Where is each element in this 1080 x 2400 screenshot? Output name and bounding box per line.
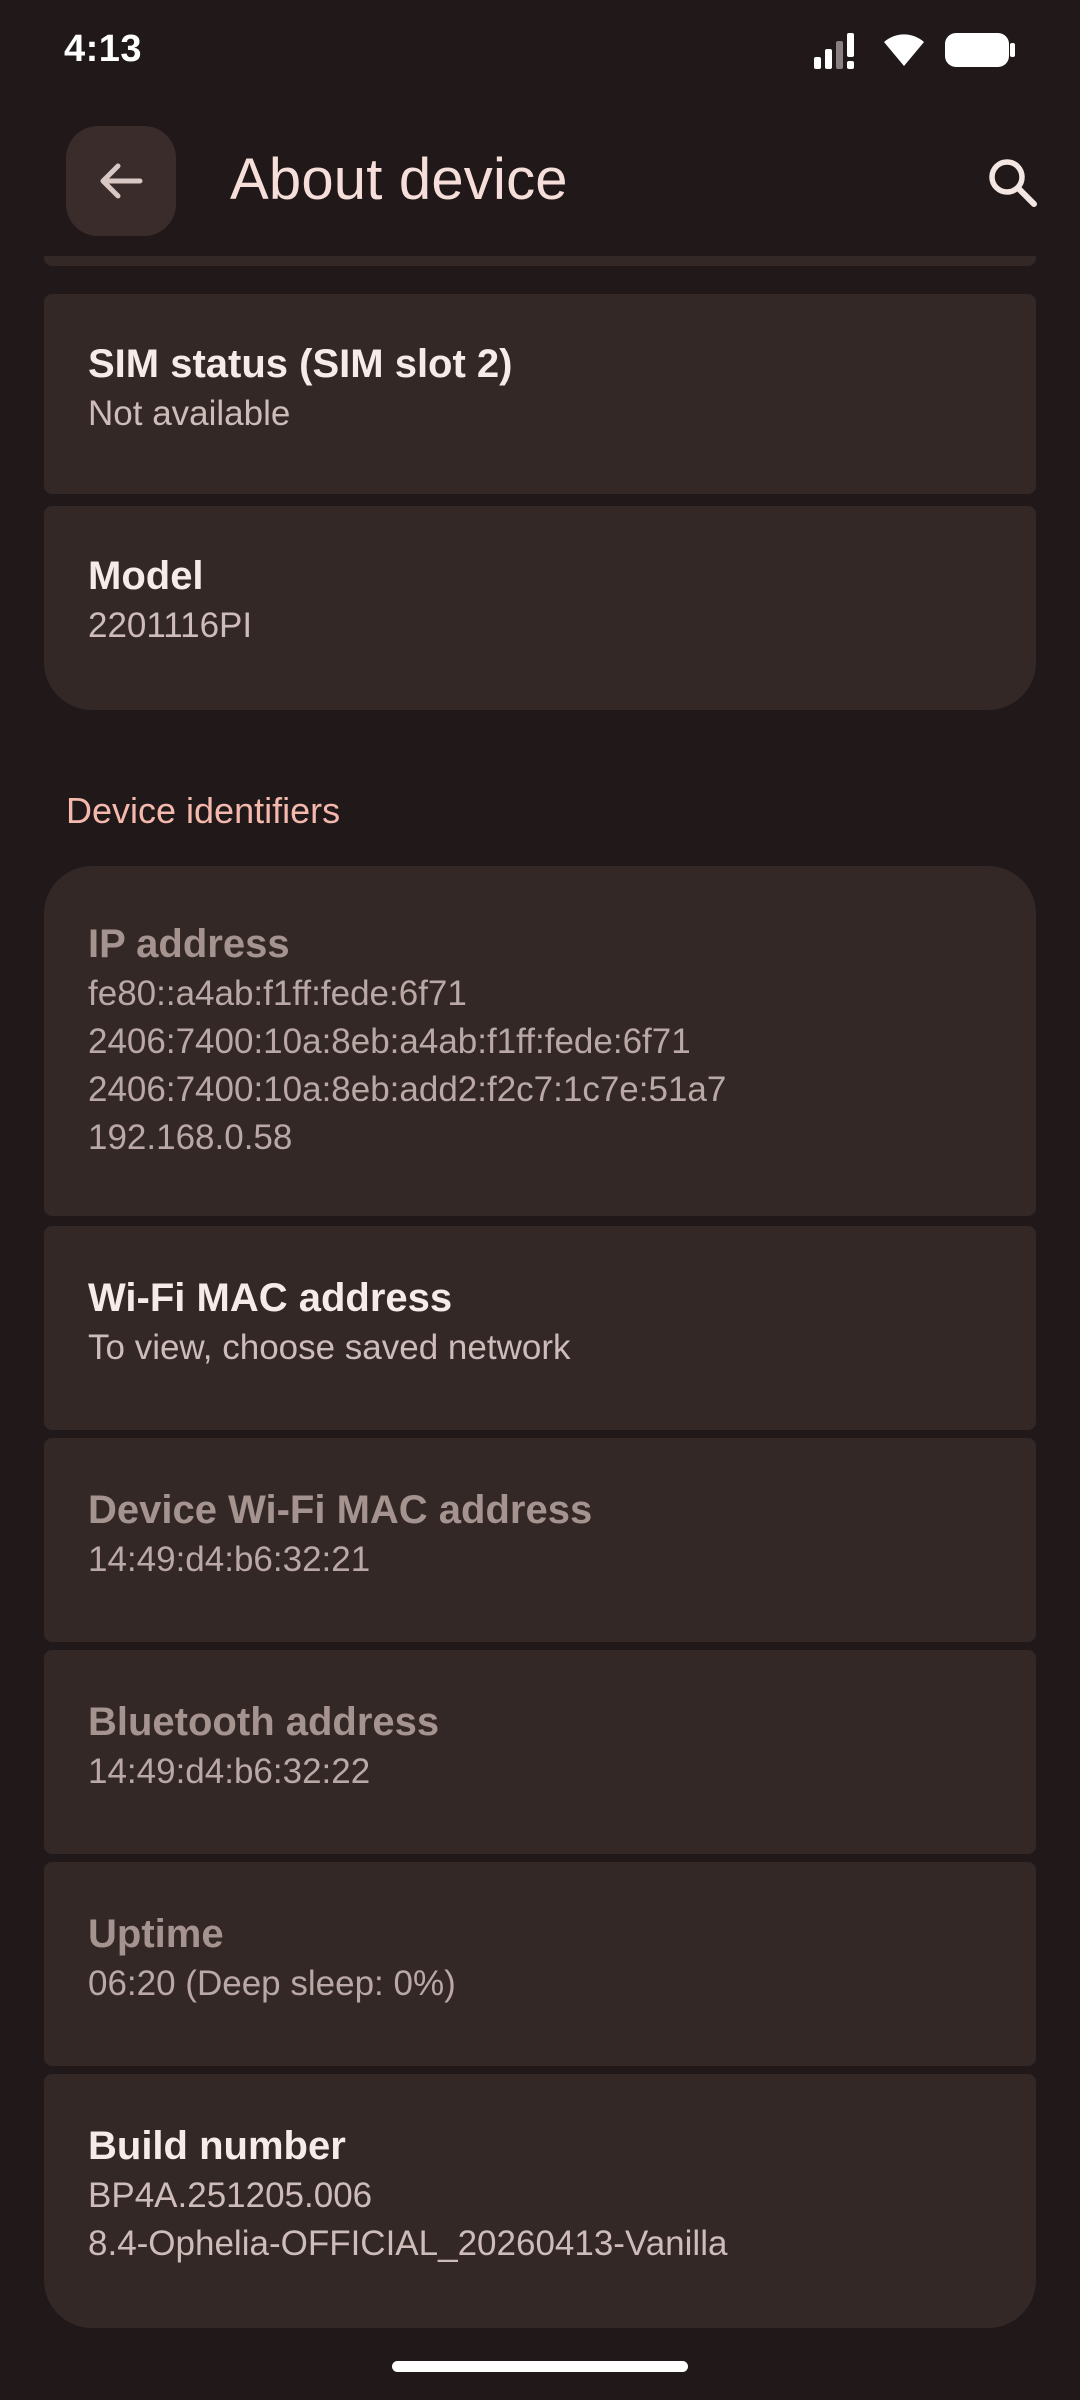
list-item-subtitle: 06:20 (Deep sleep: 0%) [88,1964,456,2003]
back-arrow-icon [100,163,143,199]
list-item-device-wifi-mac[interactable]: Device Wi-Fi MAC address 14:49:d4:b6:32:… [44,1438,1036,1642]
battery-icon [944,31,1016,74]
list-item-title: Wi-Fi MAC address [88,1276,453,1320]
list-item-subtitle: Not available [88,394,291,433]
settings-list[interactable]: SIM status (SIM slot 2) Not available Mo… [0,256,1080,2356]
list-item-build-number[interactable]: Build number BP4A.251205.006 8.4-Ophelia… [44,2074,1036,2328]
ip-address-line: 2406:7400:10a:8eb:add2:f2c7:1c7e:51a7 [88,1070,727,1109]
section-header-device-identifiers: Device identifiers [66,790,341,831]
ip-address-line: fe80::a4ab:f1ff:fede:6f71 [88,974,467,1013]
list-item-wifi-mac[interactable]: Wi-Fi MAC address To view, choose saved … [44,1226,1036,1430]
list-item-title: Model [88,554,204,598]
list-item-uptime[interactable]: Uptime 06:20 (Deep sleep: 0%) [44,1862,1036,2066]
build-number-line: 8.4-Ophelia-OFFICIAL_20260413-Vanilla [88,2224,728,2263]
list-item-title: Uptime [88,1912,224,1956]
search-button[interactable] [972,142,1052,222]
list-item-title: SIM status (SIM slot 2) [88,342,513,386]
search-icon [989,159,1037,207]
list-item-sim-status[interactable]: SIM status (SIM slot 2) Not available [44,294,1036,494]
list-item-model[interactable]: Model 2201116PI [44,506,1036,710]
list-item-subtitle: 14:49:d4:b6:32:21 [88,1540,371,1579]
top-app-bar: About device [0,120,1080,240]
build-number-line: BP4A.251205.006 [88,2176,373,2215]
list-item-title: Build number [88,2124,346,2168]
signal-icon [814,31,864,74]
list-item-title: Bluetooth address [88,1700,440,1744]
list-item-title: IP address [88,922,290,966]
status-bar: 4:13 [0,0,1080,100]
back-button[interactable] [66,126,176,236]
list-item-title: Device Wi-Fi MAC address [88,1488,593,1532]
navigation-handle[interactable] [392,2361,688,2372]
page-title: About device [230,147,568,212]
list-item-bluetooth-address[interactable]: Bluetooth address 14:49:d4:b6:32:22 [44,1650,1036,1854]
ip-address-line: 2406:7400:10a:8eb:a4ab:f1ff:fede:6f71 [88,1022,691,1061]
list-item-ip-address[interactable]: IP address fe80::a4ab:f1ff:fede:6f71 240… [44,866,1036,1216]
status-icons [814,30,1016,74]
ip-address-line: 192.168.0.58 [88,1118,293,1157]
list-item-subtitle: To view, choose saved network [88,1328,571,1367]
list-item-subtitle: 14:49:d4:b6:32:22 [88,1752,371,1791]
status-time: 4:13 [64,28,143,70]
wifi-icon [882,32,926,73]
list-item-partial[interactable] [44,256,1036,266]
list-item-subtitle: 2201116PI [88,606,253,645]
